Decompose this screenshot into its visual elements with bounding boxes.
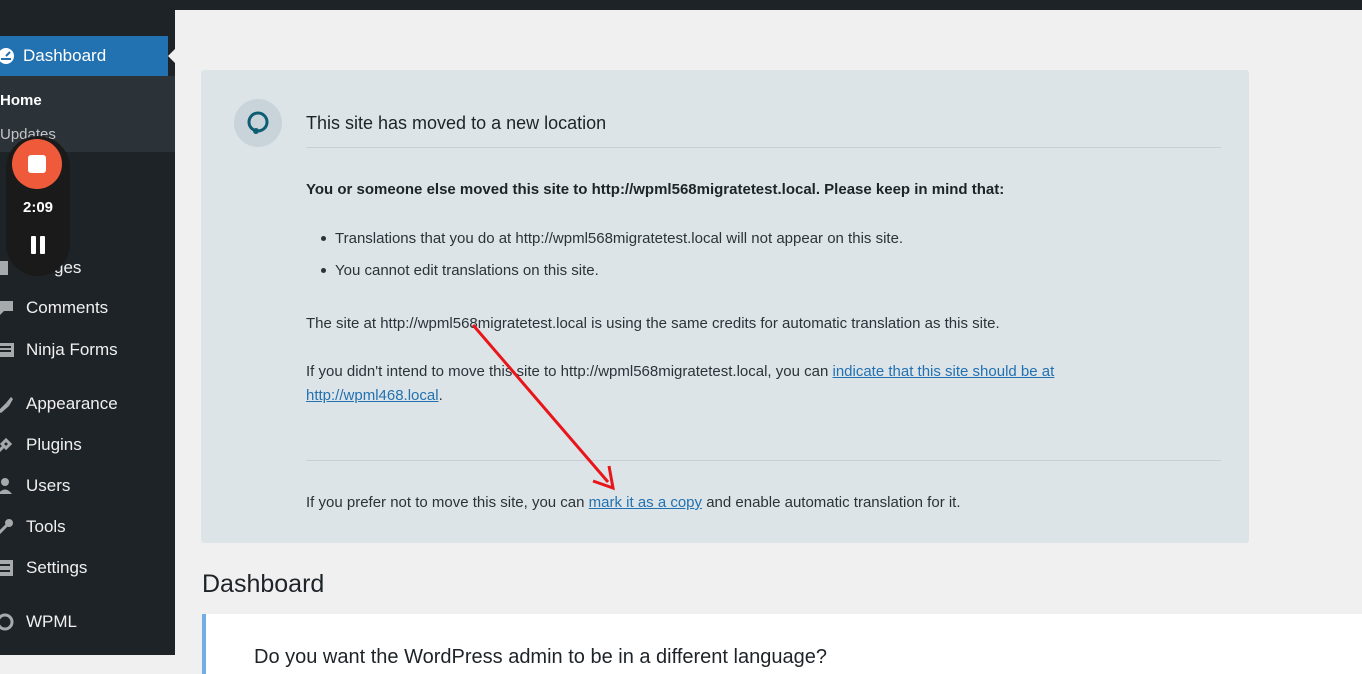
recording-timer: 2:09 [22,199,54,216]
pause-icon[interactable] [30,236,46,254]
appearance-icon [0,395,14,413]
users-icon [0,477,14,495]
welcome-panel: Do you want the WordPress admin to be in… [202,614,1362,674]
notice-title: This site has moved to a new location [306,113,607,133]
text: If you didn't intend to move this site t… [306,363,833,380]
dashboard-icon [0,47,16,65]
sidebar-item-label: Settings [26,558,88,577]
notice-move-paragraph: If you didn't intend to move this site t… [306,363,1054,380]
settings-icon [0,559,14,577]
notice-bullet: Translations that you do at http://wpml5… [335,230,904,247]
stop-recording-button[interactable] [12,139,62,189]
divider [306,147,1221,148]
admin-sidebar: Dashboard Home Updates a ges Comments Ni… [0,10,176,655]
indicate-site-location-link[interactable]: http://wpml468.local [306,387,439,404]
sidebar-item-ninja-forms[interactable]: Ninja Forms [0,337,118,363]
sidebar-item-label: Tools [26,517,66,536]
sidebar-item-users[interactable]: Users [0,473,70,499]
wpml-logo-icon [234,99,282,147]
sidebar-item-wpml[interactable]: WPML [0,609,77,635]
sidebar-item-label: Dashboard [23,46,107,65]
text: and enable automatic translation for it. [702,494,961,511]
welcome-heading: Do you want the WordPress admin to be in… [254,646,827,668]
notice-intro: You or someone else moved this site to h… [306,181,1005,198]
page-title: Dashboard [202,570,325,598]
divider [306,460,1221,461]
submenu-home[interactable]: Home [0,92,42,109]
bullet [321,268,326,273]
plugins-icon [0,436,14,454]
sidebar-item-tools[interactable]: Tools [0,514,66,540]
site-moved-notice: This site has moved to a new location Yo… [201,70,1249,543]
bullet [321,236,326,241]
sidebar-item-label: Users [26,476,71,495]
notice-copy-paragraph: If you prefer not to move this site, you… [306,494,961,511]
sidebar-item-label: Comments [26,298,109,317]
sidebar-item-comments[interactable]: Comments [0,295,108,321]
sidebar-item-settings[interactable]: Settings [0,555,87,581]
sidebar-item-appearance[interactable]: Appearance [0,391,118,417]
sidebar-item-label: Plugins [26,435,82,454]
sidebar-item-label: Ninja Forms [26,340,118,359]
screen-recorder-widget: 2:09 [6,136,70,276]
tools-icon [0,518,14,536]
sidebar-item-label: WPML [26,612,77,631]
wpml-icon [0,613,14,631]
sidebar-item-dashboard[interactable]: Dashboard [0,36,176,76]
text: If you prefer not to move this site, you… [306,494,589,511]
admin-bar [0,0,1362,10]
sidebar-item-plugins[interactable]: Plugins [0,432,82,458]
notice-bullet: You cannot edit translations on this sit… [335,262,599,279]
notice-credits: The site at http://wpml568migratetest.lo… [306,315,1000,332]
mark-as-copy-link[interactable]: mark it as a copy [589,494,702,511]
notice-move-paragraph-line2: http://wpml468.local. [306,387,443,404]
text: . [438,387,443,404]
indicate-site-location-link[interactable]: indicate that this site should be at [832,363,1054,380]
forms-icon [0,341,14,359]
comments-icon [0,299,14,317]
sidebar-item-label: Appearance [26,394,118,413]
